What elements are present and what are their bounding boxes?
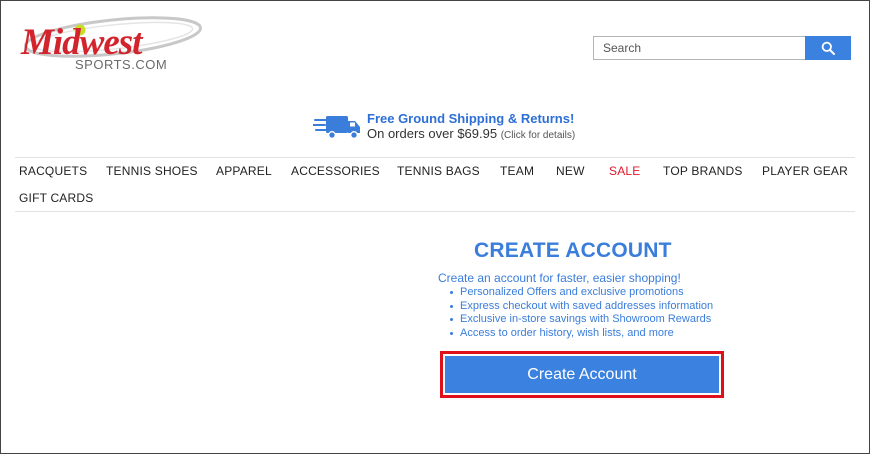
nav-item-tennis-bags[interactable]: TENNIS BAGS xyxy=(397,164,480,178)
promo-text: Free Ground Shipping & Returns! On order… xyxy=(367,111,575,143)
nav-item-player-gear[interactable]: PLAYER GEAR xyxy=(762,164,848,178)
create-account-button[interactable]: Create Account xyxy=(445,356,719,393)
list-item: Exclusive in-store savings with Showroom… xyxy=(449,313,713,327)
search-input[interactable] xyxy=(593,36,805,60)
list-item: Personalized Offers and exclusive promot… xyxy=(449,286,713,300)
nav-item-new[interactable]: NEW xyxy=(556,164,585,178)
logo-wordmark: Midwest xyxy=(21,22,142,63)
logo-subtext: SPORTS.COM xyxy=(75,57,168,72)
nav-item-sale[interactable]: SALE xyxy=(609,164,641,178)
nav-item-top-brands[interactable]: TOP BRANDS xyxy=(663,164,743,178)
list-item: Access to order history, wish lists, and… xyxy=(449,327,713,341)
benefits-list: Personalized Offers and exclusive promot… xyxy=(449,286,713,340)
truck-icon xyxy=(313,116,360,139)
main-nav: RACQUETS TENNIS SHOES APPAREL ACCESSORIE… xyxy=(19,159,859,211)
nav-item-gift-cards[interactable]: GIFT CARDS xyxy=(19,191,93,205)
promo-threshold: On orders over $69.95 xyxy=(367,126,498,141)
nav-divider-top xyxy=(15,157,855,158)
site-logo[interactable]: Midwest SPORTS.COM xyxy=(17,15,203,77)
nav-item-tennis-shoes[interactable]: TENNIS SHOES xyxy=(106,164,198,178)
search-bar xyxy=(593,36,851,60)
promo-subtitle: On orders over $69.95 (Click for details… xyxy=(367,126,575,143)
list-item: Express checkout with saved addresses in… xyxy=(449,300,713,314)
create-account-intro: Create an account for faster, easier sho… xyxy=(438,271,681,285)
search-icon xyxy=(821,41,835,55)
nav-item-racquets[interactable]: RACQUETS xyxy=(19,164,87,178)
promo-title: Free Ground Shipping & Returns! xyxy=(367,111,575,126)
page-frame: Midwest SPORTS.COM Free Ground Shipping … xyxy=(0,0,870,454)
nav-item-team[interactable]: TEAM xyxy=(500,164,534,178)
shipping-promo-banner[interactable]: Free Ground Shipping & Returns! On order… xyxy=(313,111,575,143)
nav-divider-bottom xyxy=(15,211,855,212)
nav-item-apparel[interactable]: APPAREL xyxy=(216,164,272,178)
promo-details-link[interactable]: (Click for details) xyxy=(501,130,575,141)
page-title: CREATE ACCOUNT xyxy=(474,239,672,262)
search-button[interactable] xyxy=(805,36,851,60)
nav-item-accessories[interactable]: ACCESSORIES xyxy=(291,164,380,178)
